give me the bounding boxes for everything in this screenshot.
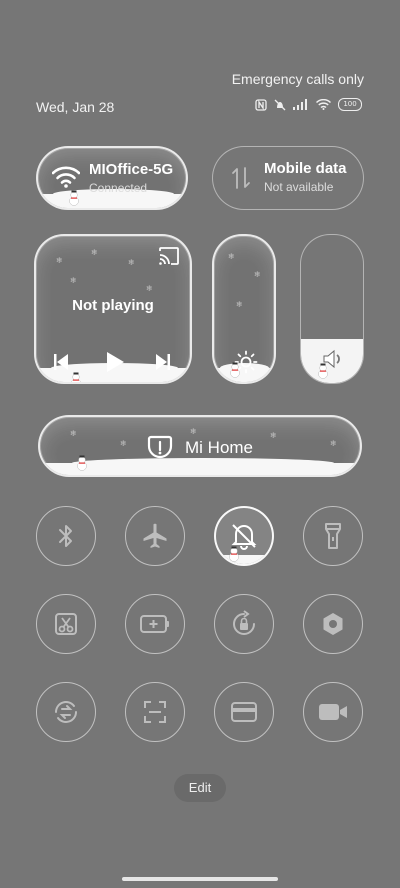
screenshot-toggle[interactable] — [36, 594, 96, 654]
snowman-icon — [318, 363, 328, 379]
cards-toggle[interactable] — [214, 682, 274, 742]
play-icon[interactable] — [106, 352, 124, 372]
previous-track-icon[interactable] — [54, 354, 68, 370]
nfc-icon — [255, 98, 267, 111]
snowman-icon — [71, 372, 81, 382]
mobile-data-status: Not available — [264, 180, 334, 194]
mi-home-icon — [147, 435, 173, 459]
rotation-lock-toggle[interactable] — [214, 594, 274, 654]
mobile-data-title: Mobile data — [264, 160, 347, 177]
date-text: Wed, Jan 28 — [36, 99, 115, 115]
screenshot-icon — [55, 613, 77, 635]
card-icon — [231, 702, 257, 722]
snowman-icon — [230, 362, 240, 378]
rotation-lock-icon — [233, 610, 255, 635]
bluetooth-toggle[interactable] — [36, 506, 96, 566]
snow-decoration — [40, 458, 360, 475]
vibrate-off-icon — [274, 99, 286, 110]
bluetooth-icon — [59, 525, 72, 547]
sync-toggle[interactable] — [36, 682, 96, 742]
snow-decoration — [38, 189, 186, 208]
snowman-icon — [77, 455, 87, 471]
signal-icon — [293, 99, 307, 110]
volume-slider[interactable] — [300, 234, 364, 384]
snowman-icon — [229, 546, 239, 562]
flashlight-toggle[interactable] — [303, 506, 363, 566]
snow-decoration — [216, 555, 272, 564]
airplane-mode-toggle[interactable] — [125, 506, 185, 566]
edit-button[interactable]: Edit — [174, 774, 226, 802]
home-indicator[interactable] — [122, 877, 278, 881]
wifi-tile[interactable]: MIOffice-5G Connected — [36, 146, 188, 210]
battery-saver-icon — [140, 615, 169, 633]
mi-home-label: Mi Home — [185, 438, 254, 457]
settings-toggle[interactable] — [303, 594, 363, 654]
silent-mode-toggle[interactable] — [214, 506, 274, 566]
wifi-icon — [52, 166, 80, 188]
mobile-data-icon — [232, 167, 250, 189]
settings-icon — [323, 613, 343, 635]
brightness-slider[interactable]: ❄ ❄ ❄ — [212, 234, 276, 384]
media-status-text: Not playing — [72, 297, 154, 314]
battery-icon: 100 — [338, 98, 362, 111]
screen-recorder-toggle[interactable] — [303, 682, 363, 742]
flashlight-icon — [325, 523, 341, 549]
wifi-network-name: MIOffice-5G — [89, 161, 174, 178]
next-track-icon[interactable] — [156, 354, 170, 370]
mobile-data-tile[interactable]: Mobile data Not available — [212, 146, 364, 210]
sync-icon — [55, 701, 77, 723]
scanner-icon — [144, 701, 166, 723]
mi-home-tile[interactable]: ❄ ❄ ❄ ❄ ❄ Mi Home — [38, 415, 362, 477]
battery-saver-toggle[interactable] — [125, 594, 185, 654]
scanner-toggle[interactable] — [125, 682, 185, 742]
cast-icon[interactable] — [158, 246, 180, 266]
airplane-icon — [143, 523, 167, 548]
status-icons: 100 — [255, 98, 362, 111]
wifi-status: Connected — [89, 181, 148, 195]
emergency-calls-text: Emergency calls only — [231, 71, 364, 87]
video-camera-icon — [319, 704, 347, 720]
wifi-status-icon — [316, 99, 331, 110]
snowman-icon — [69, 190, 79, 206]
media-player-tile[interactable]: ❄ ❄ ❄ ❄ ❄ Not playing — [34, 234, 192, 384]
